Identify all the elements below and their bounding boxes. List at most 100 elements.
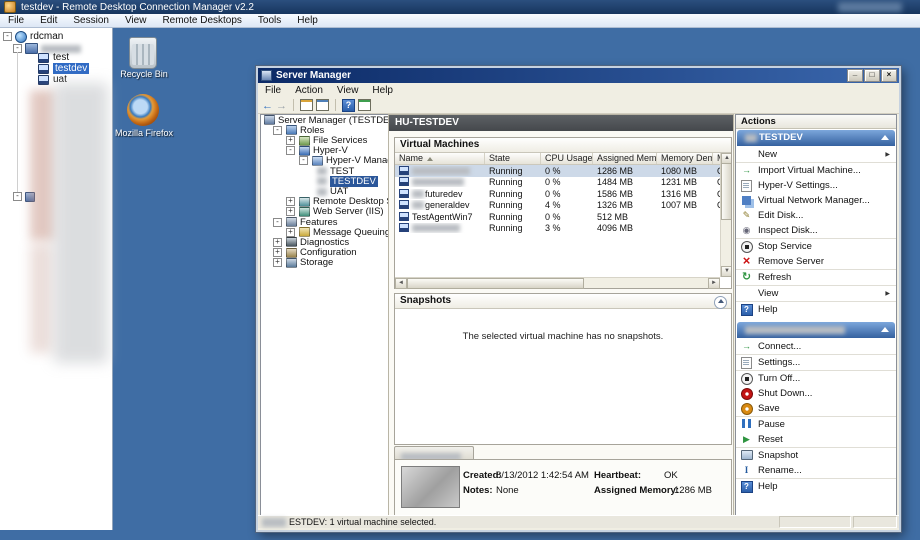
scroll-thumb[interactable]: [407, 277, 584, 289]
expander-icon[interactable]: [299, 155, 308, 166]
collapse-button[interactable]: [714, 296, 727, 309]
tree-item-message-queuing[interactable]: Message Queuing: [261, 227, 388, 238]
actions-section-server-header[interactable]: TESTDEV: [737, 130, 895, 146]
expander-icon[interactable]: [286, 196, 295, 207]
tree-item-configuration[interactable]: Configuration: [261, 247, 388, 258]
tree-item-web-server[interactable]: Web Server (IIS): [261, 206, 388, 217]
tree-item-remote-desktop-services[interactable]: Remote Desktop Services: [261, 196, 388, 207]
tree-item-diagnostics[interactable]: Diagnostics: [261, 237, 388, 248]
action-stop-service[interactable]: Stop Service: [736, 238, 896, 254]
tree-item-test[interactable]: test: [38, 52, 69, 63]
tree-item-features[interactable]: Features: [261, 217, 388, 228]
action-virtual-network-manager[interactable]: Virtual Network Manager...: [736, 193, 896, 208]
expander-icon[interactable]: [286, 145, 295, 156]
action-inspect-disk[interactable]: Inspect Disk...: [736, 223, 896, 238]
help-toolbar-icon[interactable]: [342, 98, 355, 112]
action-save[interactable]: Save: [736, 401, 896, 416]
expander-icon[interactable]: [273, 247, 282, 258]
tree-item-testdev[interactable]: TESTDEV: [261, 175, 388, 187]
tree-item-storage[interactable]: Storage: [261, 257, 388, 268]
redacted-vm-name: [412, 166, 470, 175]
back-button[interactable]: [262, 96, 273, 114]
recycle-bin-label[interactable]: Recycle Bin: [112, 69, 176, 79]
firefox-icon[interactable]: [127, 94, 159, 126]
action-new[interactable]: New: [736, 147, 896, 162]
action-snapshot[interactable]: Snapshot: [736, 447, 896, 463]
show-action-pane-icon[interactable]: [358, 99, 371, 111]
tree-item-testdev[interactable]: testdev: [38, 63, 90, 74]
action-rename[interactable]: Rename...: [736, 463, 896, 478]
action-view[interactable]: View: [736, 285, 896, 301]
vm-vertical-scrollbar[interactable]: [720, 153, 731, 277]
minimize-button[interactable]: [847, 69, 863, 82]
action-turn-off[interactable]: Turn Off...: [736, 370, 896, 386]
vm-row[interactable]: Running 0 % 1286 MB 1080 MB O: [395, 165, 731, 177]
sm-menu-action[interactable]: Action: [288, 85, 330, 96]
expander-icon[interactable]: [3, 31, 12, 41]
vm-row[interactable]: futuredev Running 0 % 1586 MB 1316 MB O: [395, 188, 731, 200]
vm-horizontal-scrollbar[interactable]: [395, 277, 720, 289]
action-connect[interactable]: Connect...: [736, 339, 896, 354]
expander-icon[interactable]: [273, 237, 282, 247]
vm-details-tab[interactable]: [394, 446, 474, 461]
actions-section-vm-header[interactable]: [737, 322, 895, 338]
expander-icon[interactable]: [286, 135, 295, 146]
sm-titlebar[interactable]: Server Manager: [258, 68, 899, 83]
sm-menu-file[interactable]: File: [258, 85, 288, 96]
action-hyperv-settings[interactable]: Hyper-V Settings...: [736, 178, 896, 193]
sm-menubar: File Action View Help: [258, 83, 899, 97]
sm-menu-view[interactable]: View: [330, 85, 366, 96]
action-remove-server[interactable]: Remove Server: [736, 254, 896, 269]
tree-item-hyperv[interactable]: Hyper-V: [261, 145, 388, 156]
menu-remote-desktops[interactable]: Remote Desktops: [154, 15, 249, 26]
menu-view[interactable]: View: [117, 15, 155, 26]
tree-item-uat[interactable]: UAT: [261, 186, 388, 197]
tree-item-server-manager-root[interactable]: Server Manager ( TESTDEV): [261, 115, 388, 126]
export-list-icon[interactable]: [300, 99, 313, 111]
action-refresh[interactable]: Refresh: [736, 269, 896, 285]
action-help[interactable]: Help: [736, 301, 896, 317]
recycle-bin-icon[interactable]: [129, 37, 157, 69]
sm-status-bar: ESTDEV: 1 virtual machine selected.: [258, 515, 899, 528]
action-edit-disk[interactable]: Edit Disk...: [736, 208, 896, 223]
expander-icon[interactable]: [13, 191, 22, 201]
action-import-virtual-machine[interactable]: Import Virtual Machine...: [736, 162, 896, 178]
scroll-down-button[interactable]: [721, 266, 731, 277]
sm-menu-help[interactable]: Help: [365, 85, 400, 96]
action-settings[interactable]: Settings...: [736, 354, 896, 370]
vm-row[interactable]: Running 0 % 1484 MB 1231 MB O: [395, 177, 731, 189]
firefox-label[interactable]: Mozilla Firefox: [112, 128, 176, 138]
expander-icon[interactable]: [273, 257, 282, 268]
vm-row[interactable]: generaldev Running 4 % 1326 MB 1007 MB O: [395, 200, 731, 212]
action-shut-down[interactable]: Shut Down...: [736, 386, 896, 401]
show-console-tree-icon[interactable]: [316, 99, 329, 111]
vm-row[interactable]: TestAgentWin7 Running 0 % 512 MB: [395, 211, 731, 223]
tree-item-hyperv-manager[interactable]: Hyper-V Manager: [261, 155, 388, 166]
expander-icon[interactable]: [273, 217, 282, 227]
action-reset[interactable]: Reset: [736, 432, 896, 447]
reset-icon: [740, 434, 753, 445]
vm-row[interactable]: Running 3 % 4096 MB: [395, 223, 731, 235]
scroll-thumb[interactable]: [721, 163, 731, 220]
tree-item-test[interactable]: TEST: [261, 166, 388, 177]
vm-table-header[interactable]: Name State CPU Usage Assigned Memory Mem…: [395, 153, 731, 165]
tree-item-file-services[interactable]: File Services: [261, 135, 388, 146]
maximize-button[interactable]: [864, 69, 880, 82]
expander-icon[interactable]: [273, 125, 282, 135]
menu-session[interactable]: Session: [65, 15, 117, 26]
menu-tools[interactable]: Tools: [250, 15, 289, 26]
toolbar-separator: [293, 99, 294, 111]
menu-file[interactable]: File: [0, 15, 32, 26]
scroll-left-button[interactable]: [395, 277, 407, 289]
tree-item-roles[interactable]: Roles: [261, 125, 388, 136]
close-button[interactable]: [881, 69, 897, 82]
menu-help[interactable]: Help: [289, 15, 326, 26]
tree-item-rdcman[interactable]: rdcman: [3, 30, 63, 43]
expander-icon[interactable]: [286, 206, 295, 217]
forward-button[interactable]: [276, 96, 287, 114]
action-pause[interactable]: Pause: [736, 416, 896, 432]
scroll-right-button[interactable]: [708, 277, 720, 289]
expander-icon[interactable]: [286, 227, 295, 237]
action-help-2[interactable]: Help: [736, 478, 896, 494]
menu-edit[interactable]: Edit: [32, 15, 65, 26]
